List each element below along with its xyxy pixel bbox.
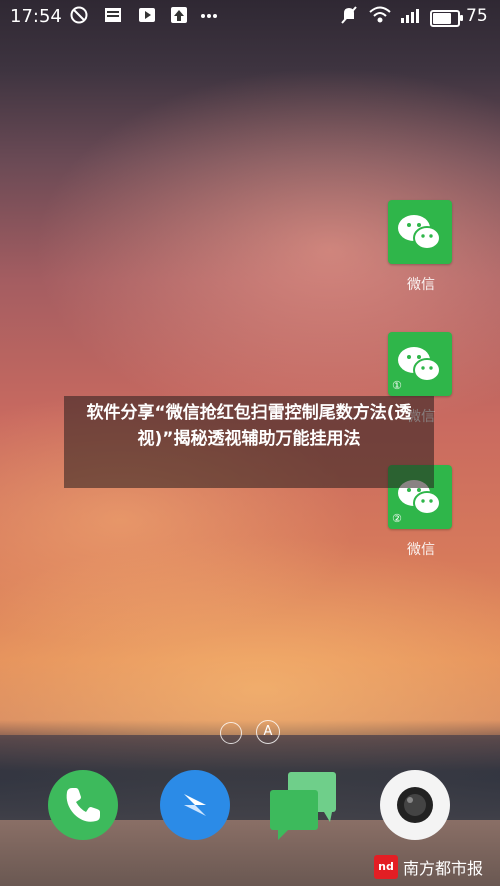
status-bar: 17:54 75 xyxy=(0,0,500,34)
caption-text: 软件分享“微信抢红包扫雷控制尾数方法(透视)”揭秘透视辅助万能挂用法 xyxy=(86,403,412,449)
battery-percent: 75 xyxy=(466,6,488,26)
browser-icon xyxy=(184,794,206,816)
signal-icon xyxy=(400,5,424,29)
more-icon xyxy=(200,6,218,28)
newspaper-logo-icon: nd xyxy=(374,855,398,879)
home-page-dot[interactable] xyxy=(220,722,242,744)
browser-app[interactable] xyxy=(160,770,230,840)
phone-app[interactable] xyxy=(48,770,118,840)
clone-badge: ① xyxy=(392,379,402,392)
app-wechat-1[interactable]: 微信 xyxy=(388,200,454,294)
watermark-text: 南方都市报 xyxy=(403,859,484,878)
app-label: 微信 xyxy=(407,277,435,293)
caption-overlay: 软件分享“微信抢红包扫雷控制尾数方法(透视)”揭秘透视辅助万能挂用法 xyxy=(64,396,434,488)
battery-level-fill xyxy=(433,13,451,24)
clone-badge: ② xyxy=(392,512,402,525)
wifi-icon xyxy=(368,5,392,29)
clock: 17:54 xyxy=(10,6,62,27)
battery-icon xyxy=(430,10,463,27)
wechat-icon xyxy=(388,200,452,264)
wechat-icon: ① xyxy=(388,332,452,396)
messages-app[interactable] xyxy=(268,770,338,840)
mute-icon xyxy=(340,5,358,29)
phone-icon xyxy=(66,788,100,822)
messages-icon xyxy=(270,772,336,840)
page-a-dot[interactable]: A xyxy=(256,720,280,744)
camera-icon xyxy=(397,787,433,823)
play-icon xyxy=(138,6,156,28)
camera-app[interactable] xyxy=(380,770,450,840)
do-not-disturb-icon xyxy=(70,6,88,28)
newspaper-watermark: nd 南方都市报 xyxy=(374,853,483,881)
upload-icon xyxy=(170,6,188,28)
app-label: 微信 xyxy=(407,542,435,558)
news-icon xyxy=(104,6,122,28)
